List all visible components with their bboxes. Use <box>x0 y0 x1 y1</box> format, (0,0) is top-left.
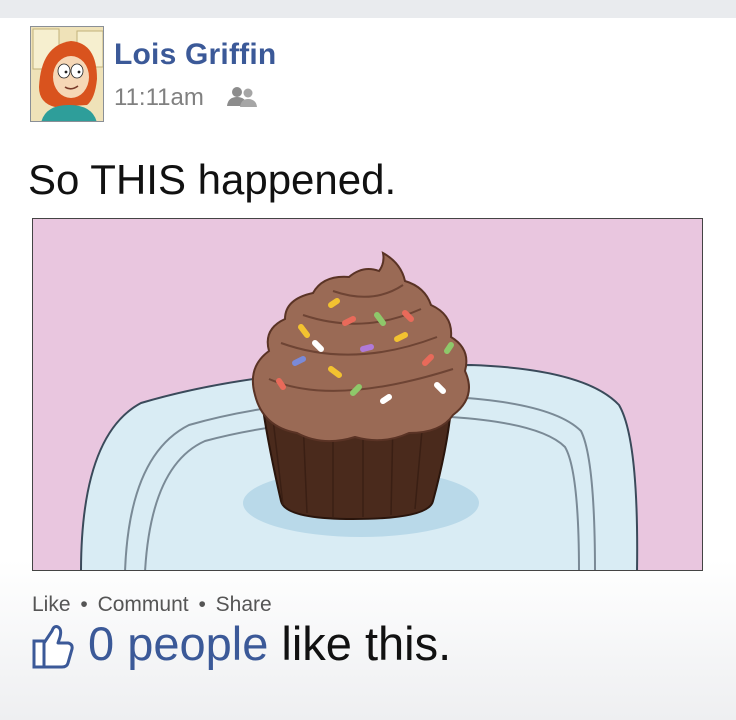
share-link[interactable]: Share <box>216 593 272 616</box>
post-timestamp[interactable]: 11:11am <box>114 84 204 112</box>
thumbs-up-icon[interactable] <box>32 623 74 669</box>
post-photo[interactable] <box>32 218 703 571</box>
comment-link[interactable]: Communt <box>98 593 189 616</box>
top-bar <box>0 0 736 18</box>
post-actions: Like • Communt • Share <box>32 593 272 617</box>
lois-avatar-image <box>31 27 103 121</box>
friends-icon[interactable] <box>227 86 257 108</box>
likes-count-link[interactable]: 0 people <box>88 617 268 670</box>
action-separator: • <box>80 593 88 616</box>
action-separator: • <box>198 593 206 616</box>
author-avatar[interactable] <box>30 26 104 122</box>
post-message: So THIS happened. <box>28 156 397 203</box>
likes-suffix: like this. <box>268 617 452 670</box>
cupcake-photo-image <box>33 219 702 570</box>
like-link[interactable]: Like <box>32 593 71 616</box>
author-name-link[interactable]: Lois Griffin <box>114 38 276 72</box>
likes-text: 0 people like this. <box>88 616 451 671</box>
